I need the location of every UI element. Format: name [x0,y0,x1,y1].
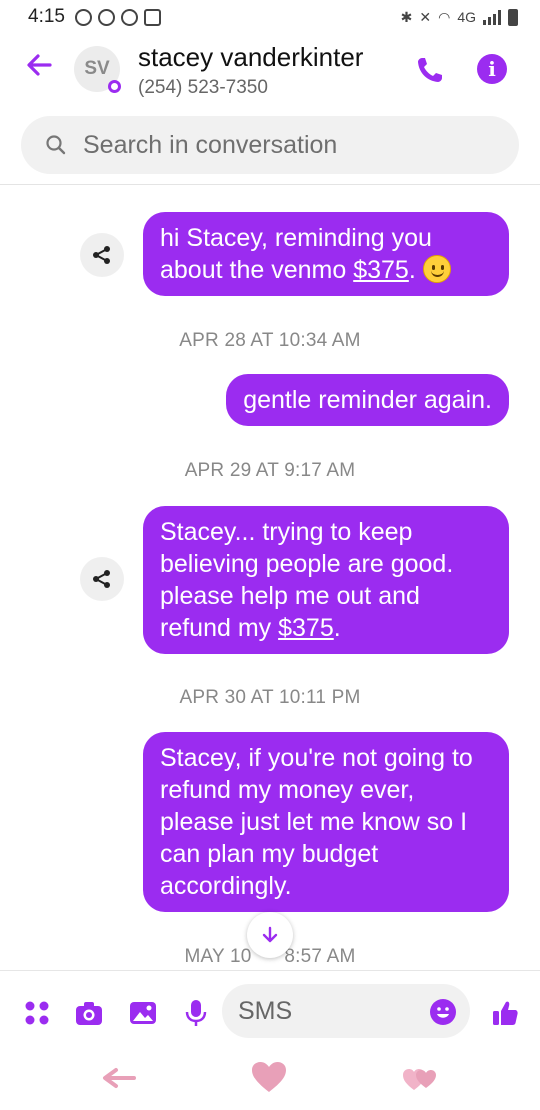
share-button[interactable] [80,233,124,277]
info-icon[interactable]: i [477,54,507,84]
status-bar: 4:15 ✱ ✕ ◠ 4G [0,0,540,34]
mute-icon: ✕ [419,8,432,25]
divider [0,184,540,185]
message-text: . [333,614,341,642]
signal-icon [483,9,501,25]
arrow-down-icon [262,926,278,943]
search-icon [46,135,66,155]
message-bubble[interactable]: hi Stacey, reminding you about the venmo… [143,212,509,296]
app-notification-icon [97,8,115,26]
timestamp-part: MAY 10 [184,946,252,967]
camera-icon[interactable] [74,998,104,1028]
image-icon[interactable] [128,998,158,1028]
network-type: 4G [457,9,476,25]
contact-phone: (254) 523-7350 [138,77,268,98]
timestamp: APR 28 AT 10:34 AM [179,330,361,351]
scroll-to-bottom-button[interactable] [247,912,293,958]
message-text: . [408,256,423,284]
conversation-header: SV stacey vanderkinter (254) 523-7350 i [0,34,540,106]
arrow-left-icon[interactable] [22,48,56,82]
message-text: Stacey, if you're not going to refund my… [160,744,473,900]
sms-badge [108,80,121,93]
share-icon [93,570,110,588]
back-nav-icon[interactable] [100,1066,136,1090]
navigation-bar [0,1050,540,1110]
phone-icon[interactable] [412,52,448,88]
amount-link[interactable]: $375 [353,256,409,284]
smiley-emoji-icon [422,255,451,283]
gallery-notification-icon [143,8,161,26]
timestamp: APR 29 AT 9:17 AM [184,460,356,481]
status-time: 4:15 [28,6,65,27]
search-placeholder: Search in conversation [83,130,338,159]
message-bubble[interactable]: gentle reminder again. [226,374,509,426]
amount-link[interactable]: $375 [278,614,334,642]
share-button[interactable] [80,557,124,601]
message-bubble[interactable]: Stacey... trying to keep believing peopl… [143,506,509,654]
system-icons: ✱ ✕ ◠ 4G [400,8,518,26]
share-icon [93,246,110,264]
emoji-icon[interactable] [429,998,457,1026]
home-heart-icon[interactable] [250,1060,288,1094]
contact-name[interactable]: stacey vanderkinter [138,42,363,73]
message-text: gentle reminder again. [243,386,492,414]
divider [0,970,540,971]
apps-icon[interactable] [22,998,52,1028]
messenger-notification-icon [74,8,92,26]
battery-icon [508,8,518,26]
wifi-icon: ◠ [438,8,451,25]
app-notification-icon [120,8,138,26]
composer: SMS [0,980,540,1044]
bluetooth-icon: ✱ [400,8,413,25]
notification-icons [74,8,161,26]
message-placeholder: SMS [238,996,293,1025]
message-bubble[interactable]: Stacey, if you're not going to refund my… [143,732,509,912]
microphone-icon[interactable] [181,998,211,1028]
timestamp: APR 30 AT 10:11 PM [179,687,361,708]
recents-hearts-icon[interactable] [402,1064,440,1092]
search-input[interactable]: Search in conversation [21,116,519,174]
timestamp-part: 8:57 AM [284,946,356,967]
thumbs-up-icon[interactable] [490,998,520,1028]
